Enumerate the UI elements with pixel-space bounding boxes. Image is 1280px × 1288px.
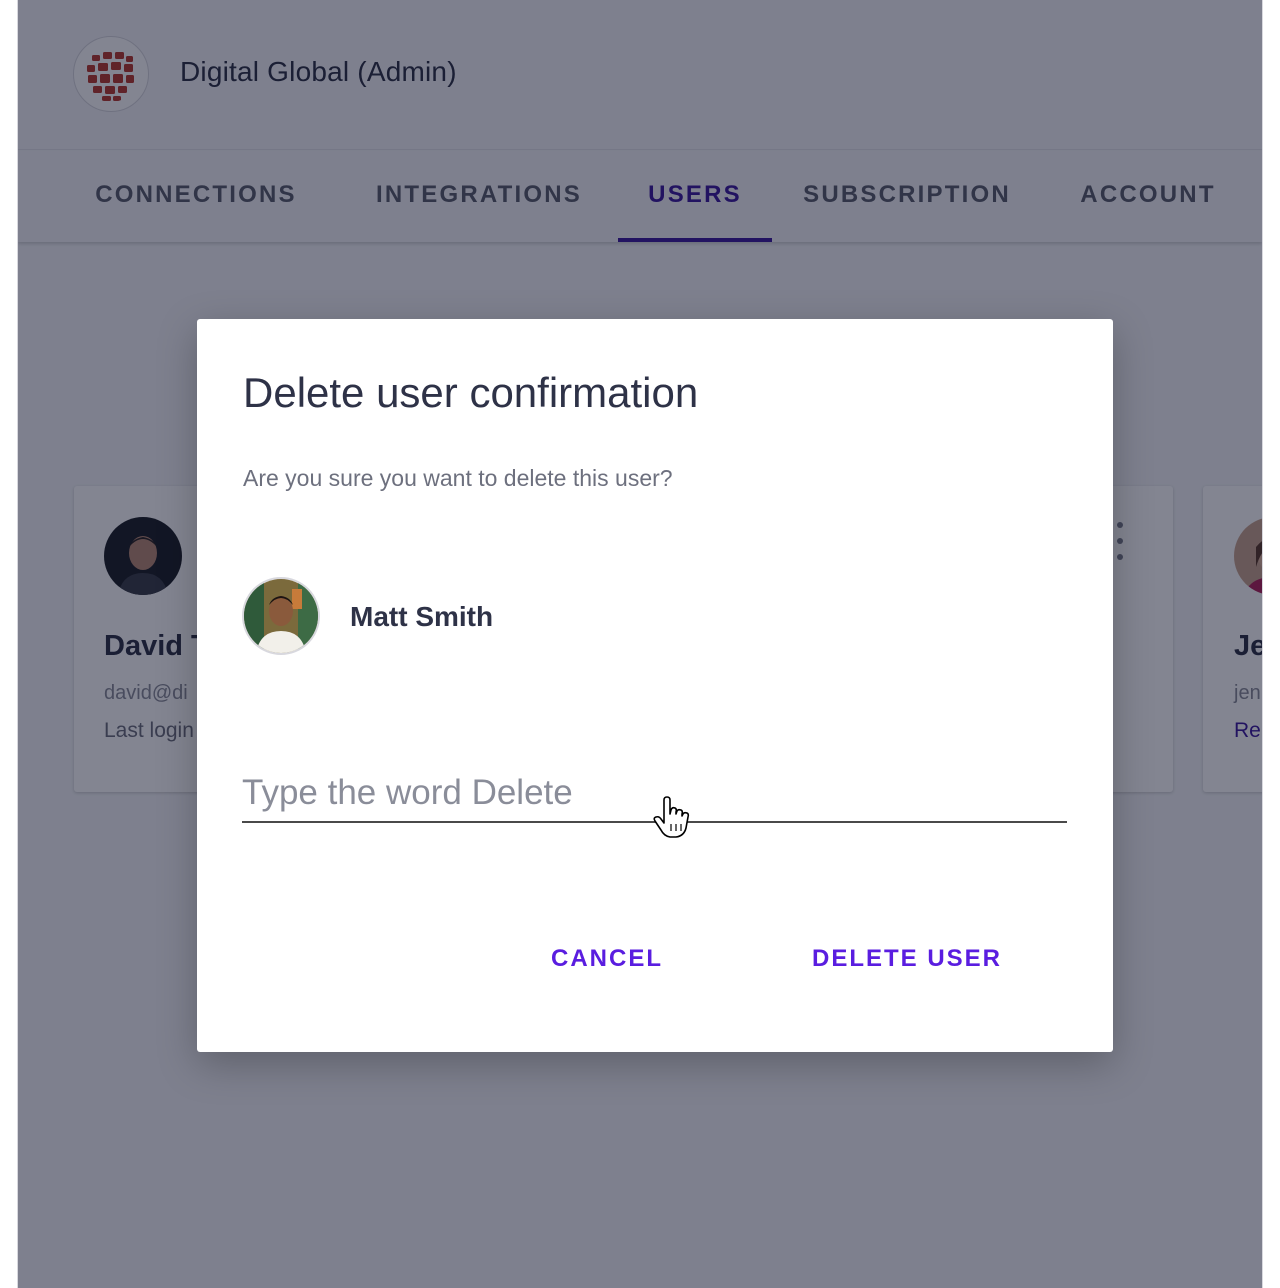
cancel-button[interactable]: CANCEL (537, 939, 677, 979)
hand-cursor-icon (650, 796, 694, 840)
avatar (242, 577, 320, 655)
dialog-message: Are you sure you want to delete this use… (243, 465, 673, 491)
user-name: Matt Smith (350, 601, 494, 632)
delete-user-dialog: Delete user confirmation Are you sure yo… (197, 319, 1113, 1052)
dialog-title: Delete user confirmation (243, 369, 699, 416)
delete-user-button[interactable]: DELETE USER (807, 939, 1007, 979)
